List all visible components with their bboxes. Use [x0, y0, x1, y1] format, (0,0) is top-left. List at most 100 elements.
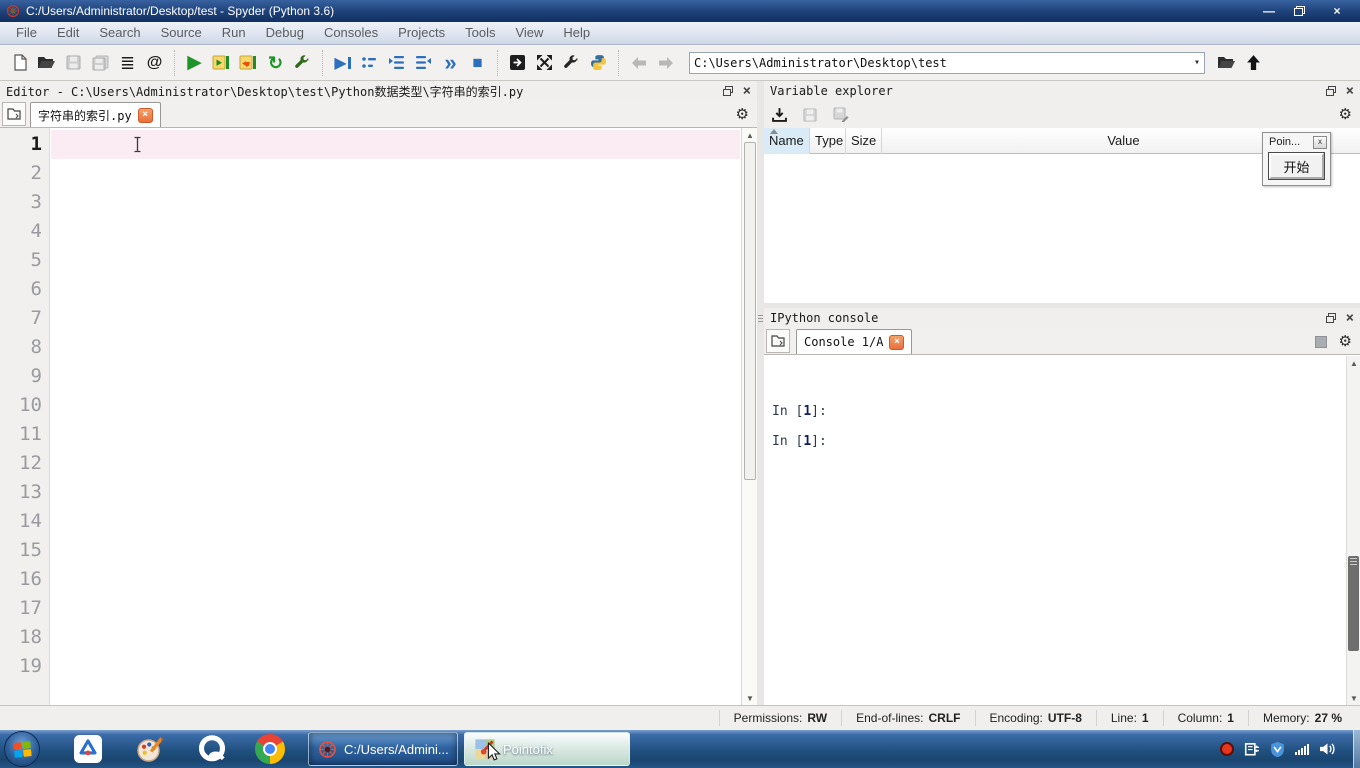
line-number: 3 — [0, 188, 42, 217]
security-shield-tray-icon[interactable] — [1270, 741, 1285, 758]
menu-view[interactable]: View — [505, 22, 553, 44]
chrome-taskbar-icon[interactable] — [254, 733, 286, 765]
import-data-icon[interactable] — [772, 107, 787, 122]
close-button[interactable]: × — [1328, 4, 1346, 18]
menu-search[interactable]: Search — [89, 22, 150, 44]
menu-edit[interactable]: Edit — [47, 22, 89, 44]
open-external-window-button[interactable] — [504, 49, 531, 76]
console-tab[interactable]: Console 1/A × — [796, 329, 912, 354]
editor-scrollbar[interactable]: ▲ ▼ — [741, 128, 757, 705]
maximize-button[interactable] — [1294, 6, 1312, 16]
back-button[interactable] — [625, 49, 652, 76]
interrupt-kernel-icon[interactable] — [1315, 336, 1327, 348]
taskbar-button-spyder[interactable]: C:/Users/Admini... — [308, 732, 458, 766]
column-header-type[interactable]: Type — [810, 128, 846, 154]
run-file-button[interactable]: ▶ — [181, 49, 208, 76]
working-directory-combobox[interactable]: C:\Users\Administrator\Desktop\test ▾ — [689, 52, 1205, 74]
taskbar-button-label: C:/Users/Admini... — [344, 742, 449, 757]
editor-tab-close-icon[interactable]: × — [138, 108, 153, 123]
windows-logo-icon — [13, 741, 31, 758]
editor-scrollbar-thumb[interactable] — [744, 142, 756, 480]
menu-file[interactable]: File — [6, 22, 47, 44]
taskbar-button-label: Pointofix — [503, 742, 553, 757]
console-close-icon[interactable]: × — [1346, 311, 1354, 325]
column-header-name[interactable]: Name — [764, 128, 810, 154]
variable-explorer-options-gear-icon[interactable]: ⚙ — [1339, 107, 1352, 122]
editor-tab[interactable]: 字符串的索引.py × — [30, 102, 161, 127]
variable-explorer-undock-icon[interactable] — [1326, 86, 1336, 96]
show-desktop-button[interactable] — [1353, 730, 1360, 768]
menu-debug[interactable]: Debug — [256, 22, 314, 44]
run-cell-advance-button[interactable] — [235, 49, 262, 76]
line-number: 7 — [0, 304, 42, 333]
column-size-label: Size — [851, 133, 876, 148]
menu-source[interactable]: Source — [151, 22, 212, 44]
scrollbar-down-icon[interactable]: ▼ — [1347, 691, 1360, 705]
menu-projects[interactable]: Projects — [388, 22, 455, 44]
variable-explorer-close-icon[interactable]: × — [1346, 84, 1354, 98]
symbol-finder-button[interactable]: @ — [141, 49, 168, 76]
continue-button[interactable]: » — [437, 49, 464, 76]
scrollbar-up-icon[interactable]: ▲ — [1347, 356, 1360, 370]
run-cell-button[interactable] — [208, 49, 235, 76]
console-browse-tabs-icon[interactable] — [766, 329, 790, 353]
console-scrollbar[interactable]: ▲ ▼ — [1346, 356, 1360, 705]
save-data-icon[interactable] — [803, 108, 817, 122]
preferences-button[interactable] — [558, 49, 585, 76]
editor-undock-icon[interactable] — [723, 86, 733, 96]
run-current-line-button[interactable] — [356, 49, 383, 76]
pointofix-start-button[interactable]: 开始 — [1269, 153, 1324, 179]
debug-play-glyph: ▶ — [334, 53, 346, 73]
editor-close-icon[interactable]: × — [743, 84, 751, 98]
file-switcher-button[interactable]: ≣ — [114, 49, 141, 76]
column-header-size[interactable]: Size — [846, 128, 882, 154]
browse-tabs-icon[interactable] — [2, 102, 26, 126]
new-file-button[interactable] — [6, 49, 33, 76]
line-number: 10 — [0, 391, 42, 420]
pointofix-title-bar[interactable]: Poin... x — [1263, 133, 1330, 151]
menu-run[interactable]: Run — [212, 22, 256, 44]
step-return-button[interactable] — [410, 49, 437, 76]
network-signal-tray-icon[interactable] — [1295, 743, 1309, 755]
parent-directory-button[interactable] — [1240, 49, 1267, 76]
connection-tray-icon[interactable] — [1244, 741, 1260, 757]
browse-working-directory-button[interactable] — [1213, 49, 1240, 76]
console-output-area[interactable]: In [1]: In [1]: — [764, 356, 1346, 705]
recording-tray-icon[interactable] — [1220, 742, 1234, 756]
combobox-dropdown-icon[interactable]: ▾ — [1194, 57, 1200, 68]
console-tab-close-icon[interactable]: × — [889, 335, 904, 350]
scrollbar-up-icon[interactable]: ▲ — [742, 128, 758, 142]
variable-explorer-title: Variable explorer — [770, 84, 893, 98]
menu-help[interactable]: Help — [553, 22, 600, 44]
open-file-button[interactable] — [33, 49, 60, 76]
save-data-as-icon[interactable] — [833, 107, 849, 122]
rerun-cell-button[interactable]: ↻ — [262, 49, 289, 76]
line-number: 15 — [0, 536, 42, 565]
step-into-button[interactable] — [383, 49, 410, 76]
menu-consoles[interactable]: Consoles — [314, 22, 388, 44]
save-all-button[interactable] — [87, 49, 114, 76]
console-options-gear-icon[interactable]: ⚙ — [1339, 334, 1352, 349]
run-configuration-button[interactable] — [289, 49, 316, 76]
debug-file-button[interactable]: ▶ — [329, 49, 356, 76]
vertical-splitter[interactable] — [757, 81, 764, 705]
paint-app-taskbar-icon[interactable] — [134, 733, 166, 765]
stop-debug-button[interactable]: ■ — [464, 49, 491, 76]
minimize-button[interactable]: — — [1260, 4, 1278, 18]
maximize-pane-button[interactable] — [531, 49, 558, 76]
save-button[interactable] — [60, 49, 87, 76]
sunlogin-taskbar-icon[interactable] — [72, 733, 104, 765]
status-column: Column:1 — [1163, 710, 1248, 726]
volume-tray-icon[interactable] — [1319, 742, 1336, 756]
editor-options-gear-icon[interactable]: ⚙ — [736, 107, 749, 122]
forward-button[interactable] — [652, 49, 679, 76]
pointofix-close-icon[interactable]: x — [1313, 136, 1327, 149]
console-undock-icon[interactable] — [1326, 313, 1336, 323]
quark-browser-taskbar-icon[interactable] — [196, 733, 228, 765]
menu-tools[interactable]: Tools — [455, 22, 505, 44]
python-path-manager-button[interactable] — [585, 49, 612, 76]
spyder-taskbar-icon — [318, 740, 337, 759]
console-scrollbar-thumb[interactable] — [1348, 556, 1359, 651]
scrollbar-down-icon[interactable]: ▼ — [742, 691, 758, 705]
start-button[interactable] — [4, 731, 40, 767]
